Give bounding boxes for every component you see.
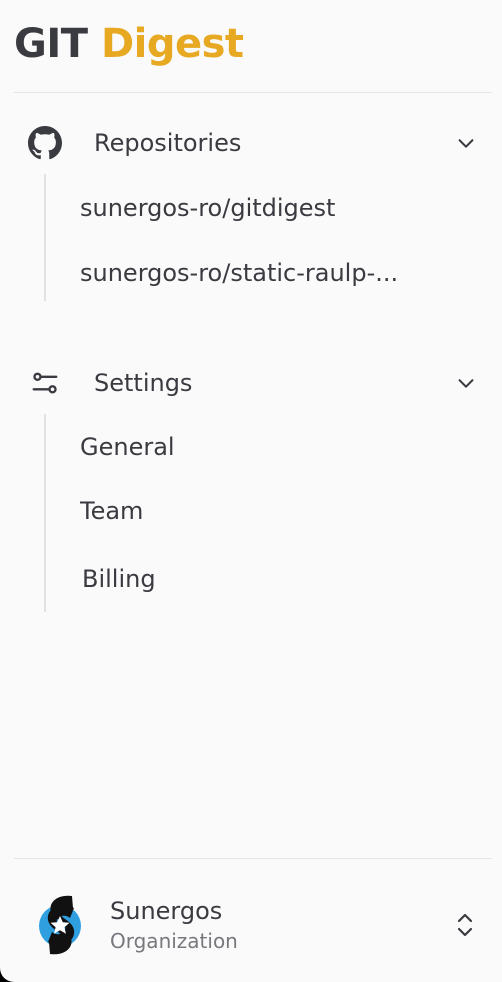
organization-text: Sunergos Organization bbox=[110, 895, 450, 955]
brand-text-git: GIT bbox=[14, 21, 88, 67]
sidebar: GIT Digest Repositories sunergos-ro/gitd… bbox=[0, 0, 502, 982]
chevron-down-icon[interactable] bbox=[452, 129, 480, 157]
settings-label: Settings bbox=[94, 369, 193, 397]
bottom-divider bbox=[14, 858, 492, 859]
settings-tree-line bbox=[44, 414, 46, 612]
top-divider bbox=[14, 92, 492, 93]
organization-name: Sunergos bbox=[110, 897, 223, 925]
organization-switcher[interactable]: Sunergos Organization bbox=[36, 890, 480, 960]
repositories-label: Repositories bbox=[94, 129, 242, 157]
settings-item-team[interactable]: Team bbox=[80, 494, 143, 528]
organization-logo bbox=[36, 890, 86, 960]
repositories-tree-line bbox=[44, 174, 46, 301]
repository-item[interactable]: sunergos-ro/static-raulp-... bbox=[80, 256, 398, 290]
brand-logo[interactable]: GIT Digest bbox=[14, 18, 244, 70]
brand-text-digest: Digest bbox=[100, 21, 244, 67]
settings-item-billing[interactable]: Billing bbox=[82, 562, 156, 596]
github-icon bbox=[26, 124, 64, 162]
settings-section-header[interactable]: Settings bbox=[26, 363, 480, 403]
chevron-down-icon[interactable] bbox=[452, 369, 480, 397]
chevron-up-down-icon[interactable] bbox=[450, 905, 480, 945]
sliders-icon bbox=[26, 364, 64, 402]
repositories-section-header[interactable]: Repositories bbox=[26, 123, 480, 163]
repository-item[interactable]: sunergos-ro/gitdigest bbox=[80, 191, 335, 225]
organization-type: Organization bbox=[110, 929, 238, 953]
settings-item-general[interactable]: General bbox=[80, 430, 175, 464]
